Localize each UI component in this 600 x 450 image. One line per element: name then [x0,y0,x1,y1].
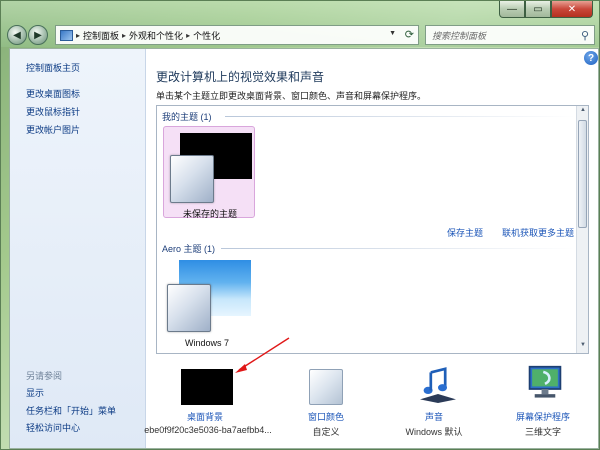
search-placeholder: 搜索控制面板 [432,30,487,41]
breadcrumb-appearance[interactable]: 外观和个性化 [129,29,183,42]
annotation-arrow-icon [235,337,290,373]
chevron-down-icon[interactable]: ▼ [389,30,396,37]
window-color-label: 窗口颜色 [307,412,344,422]
control-panel-icon [60,29,73,41]
theme-list: 我的主题 (1) 未保存的主题 保存主题 联机获取更多主题 Aero 主题 (1… [156,105,589,354]
breadcrumb-personalization[interactable]: 个性化 [193,29,220,42]
divider [225,116,575,117]
breadcrumb-separator: ▸ [76,30,81,40]
scroll-thumb[interactable] [578,120,587,228]
sounds-label: 声音 [424,412,443,422]
maximize-button[interactable]: ▭ [525,1,551,18]
get-more-themes-link[interactable]: 联机获取更多主题 [502,226,574,239]
breadcrumb-separator: ▸ [122,30,127,40]
minimize-button[interactable]: — [499,1,525,18]
see-also-ease-of-access[interactable]: 轻松访问中心 [26,421,80,434]
scroll-down-icon[interactable]: ▼ [578,342,588,352]
page-description: 单击某个主题立即更改桌面背景、窗口颜色、声音和屏幕保护程序。 [156,91,427,101]
nav-change-desktop-icons[interactable]: 更改桌面图标 [26,87,80,100]
content-area: 控制面板主页 更改桌面图标 更改鼠标指针 更改帐户图片 另请参阅 显示 任务栏和… [9,48,599,449]
nav-control-panel-home[interactable]: 控制面板主页 [26,61,80,74]
scroll-up-icon[interactable]: ▲ [578,107,588,117]
nav-change-mouse-pointers[interactable]: 更改鼠标指针 [26,105,80,118]
see-also-taskbar[interactable]: 任务栏和「开始」菜单 [26,404,116,417]
desktop-background-label: 桌面背景 [186,412,223,422]
personalization-window: — ▭ ✕ ◀ ▶ ▸ 控制面板 ▸ 外观和个性化 ▸ 个性化 ▼ ⟳ 搜索控制… [0,0,600,450]
screen-saver-button[interactable]: 屏幕保护程序 三维文字 [497,359,589,449]
vertical-scrollbar[interactable]: ▲ ▼ [576,106,588,353]
title-bar: — ▭ ✕ ◀ ▶ ▸ 控制面板 ▸ 外观和个性化 ▸ 个性化 ▼ ⟳ 搜索控制… [1,1,599,47]
music-note-icon [420,367,456,403]
theme-label: 未保存的主题 [182,209,237,219]
window-controls: — ▭ ✕ [499,1,593,21]
my-themes-header: 我的主题 (1) [162,112,212,122]
window-preview [167,284,211,332]
left-navigation: 控制面板主页 更改桌面图标 更改鼠标指针 更改帐户图片 另请参阅 显示 任务栏和… [10,49,146,448]
page-title: 更改计算机上的视觉效果和声音 [156,70,325,84]
back-button[interactable]: ◀ [7,25,27,45]
breadcrumb-separator: ▸ [186,30,191,40]
screen-saver-value: 三维文字 [524,427,561,437]
main-panel: ? 更改计算机上的视觉效果和声音 单击某个主题立即更改桌面背景、窗口颜色、声音和… [144,49,598,449]
sounds-value: Windows 默认 [405,427,463,437]
theme-unsaved[interactable]: 未保存的主题 [163,126,255,219]
divider [221,248,575,249]
desktop-background-icon [181,369,233,405]
see-also-heading: 另请参阅 [26,371,63,381]
search-icon[interactable]: ⚲ [581,29,589,42]
monitor-icon [528,365,562,398]
forward-button[interactable]: ▶ [28,25,48,45]
sounds-button[interactable]: 声音 Windows 默认 [388,359,480,449]
screen-saver-label: 屏幕保护程序 [515,412,570,422]
close-button[interactable]: ✕ [551,1,593,18]
save-theme-link[interactable]: 保存主题 [447,226,483,239]
window-color-icon [309,369,343,405]
aero-themes-header: Aero 主题 (1) [162,244,216,254]
window-preview [170,155,214,203]
forward-arrow-icon: ▶ [34,29,42,41]
window-color-value: 自定义 [312,427,340,437]
theme-windows-7[interactable]: Windows 7 [163,256,255,348]
back-arrow-icon: ◀ [13,29,21,41]
see-also-display[interactable]: 显示 [26,386,44,399]
nav-change-account-picture[interactable]: 更改帐户图片 [26,123,80,136]
refresh-icon[interactable]: ⟳ [405,28,414,41]
breadcrumb-control-panel[interactable]: 控制面板 [83,29,119,42]
search-input[interactable]: 搜索控制面板 ⚲ [425,25,595,45]
desktop-background-value: ebe0f9f20c3e5036-ba7aefbb4... [144,425,272,435]
help-icon[interactable]: ? [584,51,598,65]
address-bar[interactable]: ▸ 控制面板 ▸ 外观和个性化 ▸ 个性化 ▼ ⟳ [55,25,419,45]
window-color-button[interactable]: 窗口颜色 自定义 [280,359,372,449]
